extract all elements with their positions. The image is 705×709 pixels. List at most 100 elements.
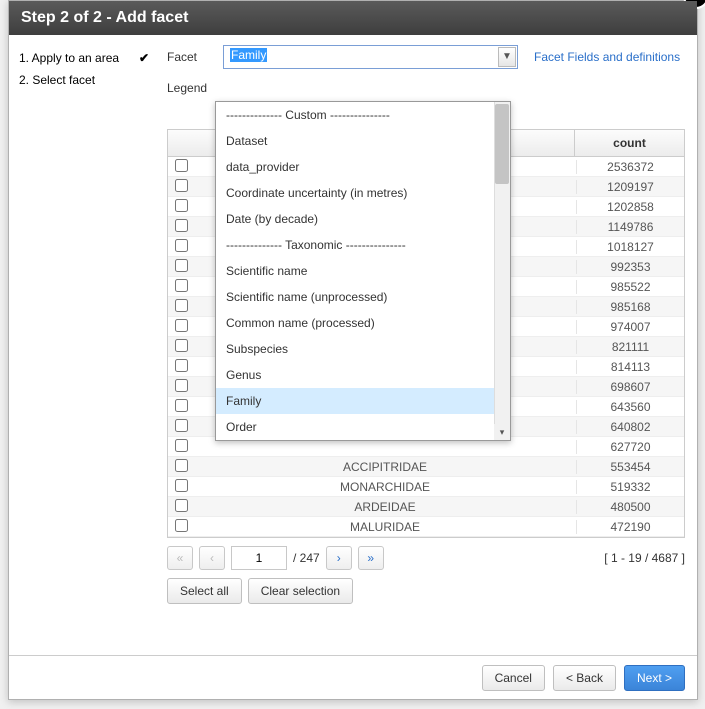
- row-count: 992353: [576, 260, 684, 274]
- dropdown-item[interactable]: Family: [216, 388, 510, 414]
- dropdown-item[interactable]: -------------- Taxonomic ---------------: [216, 232, 510, 258]
- facet-definitions-link[interactable]: Facet Fields and definitions: [534, 50, 680, 64]
- row-count: 1149786: [576, 220, 684, 234]
- page-status: [ 1 - 19 / 4687 ]: [604, 551, 685, 565]
- dropdown-item[interactable]: Genus: [216, 362, 510, 388]
- dialog-footer: Cancel < Back Next >: [9, 655, 697, 699]
- row-checkbox[interactable]: [175, 459, 188, 472]
- dropdown-item[interactable]: Coordinate uncertainty (in metres): [216, 180, 510, 206]
- pager: « ‹ / 247 › » [ 1 - 19 / 4687 ]: [167, 546, 685, 570]
- row-legend: ARDEIDAE: [194, 500, 576, 514]
- row-count: 985168: [576, 300, 684, 314]
- row-checkbox[interactable]: [175, 499, 188, 512]
- row-count: 1018127: [576, 240, 684, 254]
- dropdown-item[interactable]: Scientific name (unprocessed): [216, 284, 510, 310]
- row-checkbox-cell: [168, 499, 194, 515]
- dialog-title: Step 2 of 2 - Add facet: [9, 1, 697, 35]
- facet-combo[interactable]: Family ▼: [223, 45, 518, 69]
- row-checkbox-cell: [168, 219, 194, 235]
- row-count: 985522: [576, 280, 684, 294]
- row-count: 643560: [576, 400, 684, 414]
- row-checkbox[interactable]: [175, 339, 188, 352]
- table-row[interactable]: ACCIPITRIDAE553454: [168, 457, 684, 477]
- facet-label: Facet: [167, 50, 215, 64]
- page-total: / 247: [293, 551, 320, 565]
- row-checkbox[interactable]: [175, 259, 188, 272]
- dialog-body: 1. Apply to an area ✔ 2. Select facet Fa…: [9, 35, 697, 653]
- row-checkbox-cell: [168, 479, 194, 495]
- step-select-facet[interactable]: 2. Select facet: [17, 69, 151, 91]
- main-panel: Facet Family ▼ Facet Fields and definiti…: [159, 35, 697, 653]
- back-button[interactable]: < Back: [553, 665, 616, 691]
- row-checkbox[interactable]: [175, 199, 188, 212]
- dropdown-item[interactable]: Common name (processed): [216, 310, 510, 336]
- table-row[interactable]: ARDEIDAE480500: [168, 497, 684, 517]
- clear-selection-button[interactable]: Clear selection: [248, 578, 353, 604]
- row-checkbox[interactable]: [175, 519, 188, 532]
- facet-input[interactable]: Family: [223, 45, 518, 69]
- row-count: 1209197: [576, 180, 684, 194]
- last-page-button[interactable]: »: [358, 546, 384, 570]
- row-checkbox[interactable]: [175, 179, 188, 192]
- row-checkbox-cell: [168, 199, 194, 215]
- page-input[interactable]: [231, 546, 287, 570]
- row-count: 1202858: [576, 200, 684, 214]
- row-checkbox[interactable]: [175, 439, 188, 452]
- row-count: 640802: [576, 420, 684, 434]
- row-checkbox[interactable]: [175, 279, 188, 292]
- row-checkbox-cell: [168, 299, 194, 315]
- scrollbar-thumb[interactable]: [495, 104, 509, 184]
- row-count: 480500: [576, 500, 684, 514]
- dropdown-item[interactable]: Dataset: [216, 128, 510, 154]
- row-checkbox[interactable]: [175, 299, 188, 312]
- dropdown-item[interactable]: data_provider: [216, 154, 510, 180]
- facet-dropdown[interactable]: -------------- Custom ---------------Dat…: [215, 101, 511, 441]
- row-checkbox-cell: [168, 379, 194, 395]
- row-checkbox[interactable]: [175, 419, 188, 432]
- cancel-button[interactable]: Cancel: [482, 665, 545, 691]
- chevron-down-icon[interactable]: ▾: [494, 424, 510, 440]
- table-row[interactable]: MALURIDAE472190: [168, 517, 684, 537]
- chevron-down-icon[interactable]: ▼: [498, 47, 516, 67]
- row-count: 519332: [576, 480, 684, 494]
- row-checkbox[interactable]: [175, 379, 188, 392]
- col-count: count: [574, 130, 684, 156]
- next-page-button[interactable]: ›: [326, 546, 352, 570]
- dialog: ✕ Step 2 of 2 - Add facet 1. Apply to an…: [8, 0, 698, 700]
- prev-page-button[interactable]: ‹: [199, 546, 225, 570]
- next-button[interactable]: Next >: [624, 665, 685, 691]
- check-icon: ✔: [139, 51, 149, 65]
- row-checkbox-cell: [168, 339, 194, 355]
- row-count: 553454: [576, 460, 684, 474]
- row-checkbox[interactable]: [175, 219, 188, 232]
- row-checkbox-cell: [168, 439, 194, 455]
- first-page-button[interactable]: «: [167, 546, 193, 570]
- dropdown-item[interactable]: -------------- Custom ---------------: [216, 102, 510, 128]
- table-row[interactable]: MONARCHIDAE519332: [168, 477, 684, 497]
- row-checkbox-cell: [168, 419, 194, 435]
- dropdown-item[interactable]: Subspecies: [216, 336, 510, 362]
- row-count: 472190: [576, 520, 684, 534]
- dropdown-item[interactable]: Scientific name: [216, 258, 510, 284]
- row-checkbox-cell: [168, 259, 194, 275]
- col-checkbox: [168, 130, 194, 156]
- row-checkbox-cell: [168, 359, 194, 375]
- select-all-button[interactable]: Select all: [167, 578, 242, 604]
- row-checkbox[interactable]: [175, 399, 188, 412]
- row-checkbox[interactable]: [175, 159, 188, 172]
- step-label: 2. Select facet: [19, 73, 95, 87]
- row-checkbox-cell: [168, 399, 194, 415]
- legend-label: Legend: [167, 81, 215, 95]
- row-checkbox[interactable]: [175, 319, 188, 332]
- row-checkbox[interactable]: [175, 359, 188, 372]
- dropdown-item[interactable]: Date (by decade): [216, 206, 510, 232]
- row-checkbox[interactable]: [175, 239, 188, 252]
- row-checkbox-cell: [168, 239, 194, 255]
- scrollbar[interactable]: ▾: [494, 102, 510, 440]
- row-legend: MONARCHIDAE: [194, 480, 576, 494]
- row-checkbox[interactable]: [175, 479, 188, 492]
- step-apply-area[interactable]: 1. Apply to an area ✔: [17, 47, 151, 69]
- dropdown-list: -------------- Custom ---------------Dat…: [216, 102, 510, 440]
- row-count: 814113: [576, 360, 684, 374]
- dropdown-item[interactable]: Order: [216, 414, 510, 440]
